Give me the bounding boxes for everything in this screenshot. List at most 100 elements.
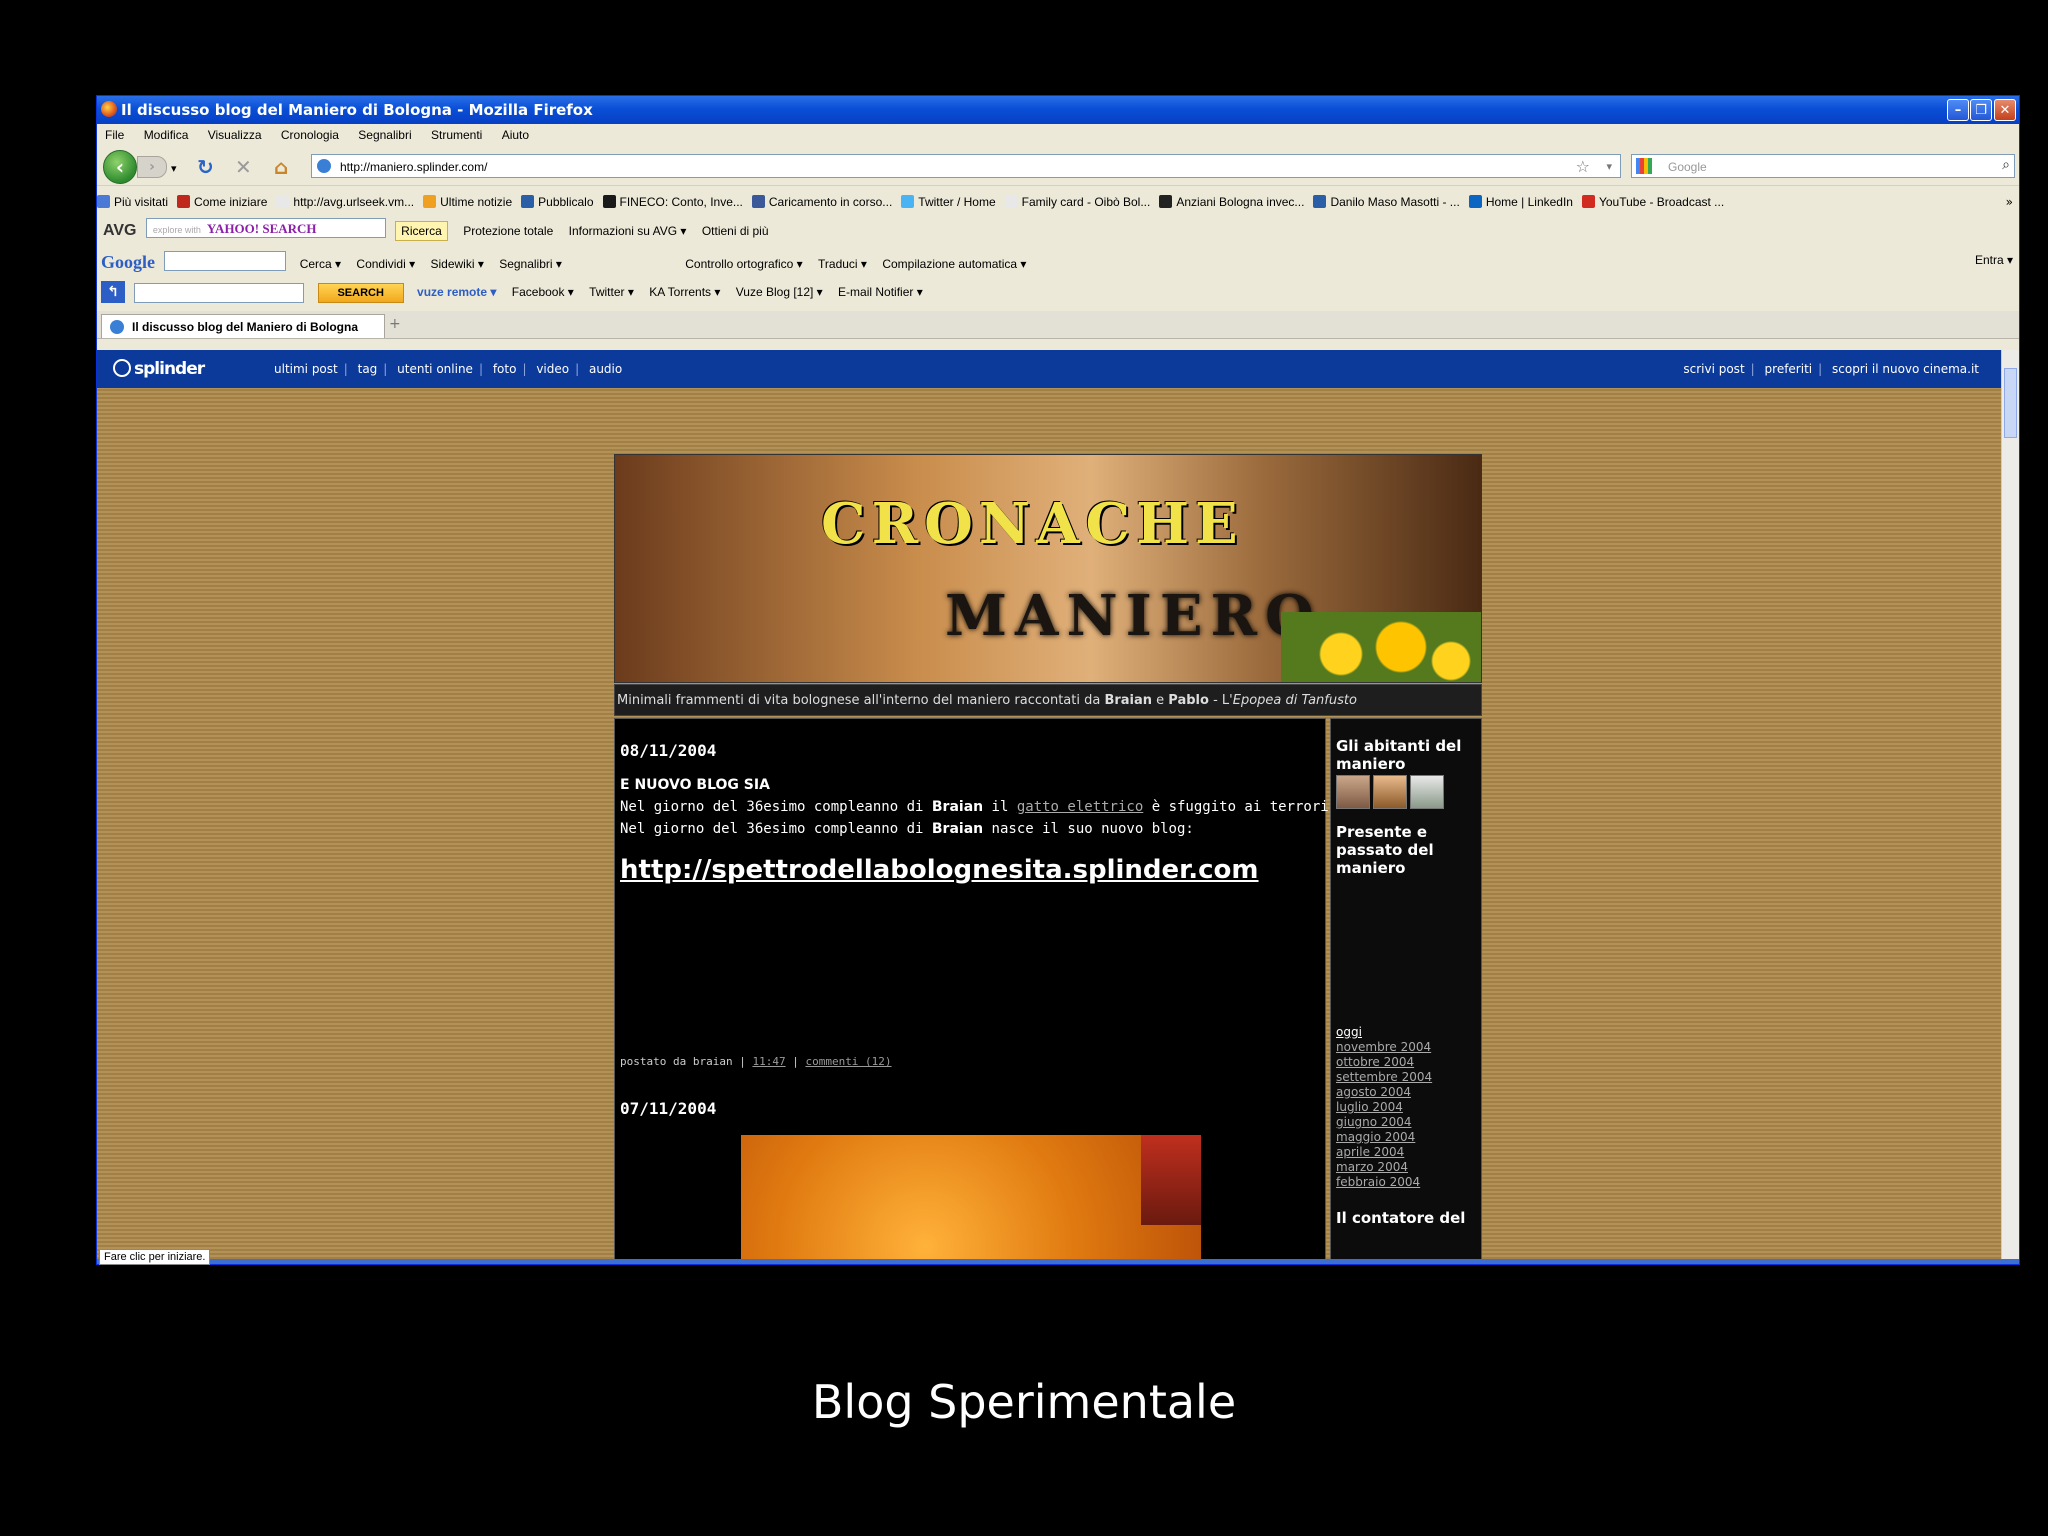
splinder-cinema-link[interactable]: scopri il nuovo cinema.it bbox=[1832, 362, 1979, 376]
splinder-scrivi-post[interactable]: scrivi post bbox=[1683, 362, 1744, 376]
bookmark-item[interactable]: FINECO: Conto, Inve... bbox=[602, 195, 743, 209]
close-button[interactable]: ✕ bbox=[1994, 99, 2016, 121]
avg-toolbar: AVG explore with YAHOO! SEARCH Ricerca Pr… bbox=[97, 215, 2019, 241]
bookmark-item[interactable]: Come iniziare bbox=[177, 195, 267, 209]
avatar[interactable] bbox=[1336, 775, 1370, 809]
vuze-facebook-item[interactable]: Facebook ▾ bbox=[512, 285, 574, 299]
google-translate-item[interactable]: Traduci ▾ bbox=[818, 257, 867, 271]
tagline-name-pablo: Pablo bbox=[1168, 693, 1209, 708]
archive-link[interactable]: agosto 2004 bbox=[1336, 1085, 1432, 1100]
google-signin-item[interactable]: Entra ▾ bbox=[1975, 253, 2013, 267]
google-autofill-item[interactable]: Compilazione automatica ▾ bbox=[882, 257, 1026, 271]
post-photo[interactable] bbox=[741, 1135, 1201, 1259]
google-bookmarks-item[interactable]: Segnalibri ▾ bbox=[499, 257, 562, 271]
google-engine-icon[interactable] bbox=[1636, 158, 1652, 174]
avg-protection-item[interactable]: Protezione totale bbox=[463, 224, 553, 238]
vertical-scrollbar[interactable] bbox=[2001, 350, 2019, 1259]
archive-link[interactable]: novembre 2004 bbox=[1336, 1040, 1432, 1055]
bookmark-item[interactable]: http://avg.urlseek.vm... bbox=[276, 195, 414, 209]
reload-icon[interactable]: ↻ bbox=[197, 155, 214, 179]
bookmark-item[interactable]: YouTube - Broadcast ... bbox=[1581, 195, 1724, 209]
post-time-link[interactable]: 11:47 bbox=[752, 1055, 785, 1068]
splinder-nav-tag[interactable]: tag bbox=[358, 362, 378, 376]
avg-search-button[interactable]: Ricerca bbox=[395, 221, 448, 241]
history-dropdown-icon[interactable]: ▾ bbox=[171, 162, 177, 175]
avatar[interactable] bbox=[1410, 775, 1444, 809]
vuze-email-notifier-item[interactable]: E-mail Notifier ▾ bbox=[838, 285, 923, 299]
splinder-nav-video[interactable]: video bbox=[536, 362, 569, 376]
post-footer: postato da braian | 11:47 | commenti (12… bbox=[620, 1055, 892, 1068]
google-search-item[interactable]: Cerca ▾ bbox=[300, 257, 341, 271]
vuze-search-input[interactable] bbox=[134, 283, 305, 303]
archive-link[interactable]: ottobre 2004 bbox=[1336, 1055, 1432, 1070]
archive-link[interactable]: marzo 2004 bbox=[1336, 1160, 1432, 1175]
bookmark-item[interactable]: Home | LinkedIn bbox=[1468, 195, 1573, 209]
chevron-more-icon[interactable]: » bbox=[2006, 195, 2013, 209]
blog-banner: CRONACHE MANIERO bbox=[614, 454, 1482, 683]
new-blog-link[interactable]: http://spettrodellabolognesita.splinder.… bbox=[620, 855, 1259, 885]
menu-modifica[interactable]: Modifica bbox=[144, 128, 197, 142]
forward-button[interactable]: › bbox=[137, 156, 167, 178]
tab-maniero[interactable]: Il discusso blog del Maniero di Bologna bbox=[101, 314, 385, 338]
menu-cronologia[interactable]: Cronologia bbox=[281, 128, 347, 142]
archive-link[interactable]: maggio 2004 bbox=[1336, 1130, 1432, 1145]
vuze-remote-item[interactable]: vuze remote ▾ bbox=[417, 285, 496, 299]
splinder-nav-utenti-online[interactable]: utenti online bbox=[397, 362, 473, 376]
google-share-item[interactable]: Condividi ▾ bbox=[356, 257, 415, 271]
google-toolbar-search-input[interactable] bbox=[164, 251, 287, 271]
bookmark-label: Ultime notizie bbox=[440, 195, 513, 209]
vuze-ka-torrents-item[interactable]: KA Torrents ▾ bbox=[649, 285, 720, 299]
splinder-logo[interactable]: splinder bbox=[113, 359, 205, 379]
url-dropdown-icon[interactable]: ▾ bbox=[1606, 160, 1612, 173]
bookmark-item[interactable]: Pubblicalo bbox=[521, 195, 594, 209]
bookmark-item[interactable]: Ultime notizie bbox=[423, 195, 512, 209]
bookmark-item[interactable]: Più visitati bbox=[97, 195, 168, 209]
yahoo-search-input[interactable]: explore with YAHOO! SEARCH bbox=[145, 218, 386, 238]
url-bar[interactable]: http://maniero.splinder.com/ ☆ ▾ bbox=[311, 154, 1621, 178]
bookmark-star-icon[interactable]: ☆ bbox=[1576, 157, 1590, 176]
stop-icon[interactable]: ✕ bbox=[235, 155, 252, 179]
search-icon[interactable]: ⌕ bbox=[2002, 157, 2010, 173]
archive-link[interactable]: febbraio 2004 bbox=[1336, 1175, 1432, 1190]
vuze-back-icon[interactable]: ↰ bbox=[101, 281, 125, 303]
vuze-blog-item[interactable]: Vuze Blog [12] ▾ bbox=[736, 285, 823, 299]
splinder-preferiti[interactable]: preferiti bbox=[1765, 362, 1813, 376]
site-identity-icon[interactable] bbox=[317, 159, 331, 173]
comments-link[interactable]: commenti (12) bbox=[805, 1055, 891, 1068]
archive-link[interactable]: aprile 2004 bbox=[1336, 1145, 1432, 1160]
vuze-twitter-item[interactable]: Twitter ▾ bbox=[589, 285, 634, 299]
new-tab-icon[interactable]: + bbox=[389, 316, 401, 332]
avatar[interactable] bbox=[1373, 775, 1407, 809]
status-tooltip: Fare clic per iniziare. bbox=[99, 1249, 211, 1265]
menu-strumenti[interactable]: Strumenti bbox=[431, 128, 490, 142]
bookmark-item[interactable]: Caricamento in corso... bbox=[751, 195, 893, 209]
home-icon[interactable]: ⌂ bbox=[274, 155, 288, 179]
search-bar[interactable]: Google ⌕ bbox=[1631, 154, 2015, 178]
scrollbar-thumb[interactable] bbox=[2004, 368, 2017, 438]
archive-link[interactable]: oggi bbox=[1336, 1025, 1432, 1040]
avg-info-item[interactable]: Informazioni su AVG ▾ bbox=[569, 224, 687, 238]
archive-link[interactable]: settembre 2004 bbox=[1336, 1070, 1432, 1085]
minimize-button[interactable]: – bbox=[1947, 99, 1969, 121]
bookmark-item[interactable]: Twitter / Home bbox=[901, 195, 996, 209]
menu-segnalibri[interactable]: Segnalibri bbox=[358, 128, 419, 142]
bookmark-label: Caricamento in corso... bbox=[768, 195, 893, 209]
menu-visualizza[interactable]: Visualizza bbox=[208, 128, 270, 142]
bookmark-item[interactable]: Anziani Bologna invec... bbox=[1159, 195, 1304, 209]
avg-more-item[interactable]: Ottieni di più bbox=[702, 224, 769, 238]
splinder-nav-ultimi-post[interactable]: ultimi post bbox=[274, 362, 338, 376]
google-spellcheck-item[interactable]: Controllo ortografico ▾ bbox=[685, 257, 802, 271]
bookmark-item[interactable]: Family card - Oibò Bol... bbox=[1004, 195, 1150, 209]
gatto-elettrico-link[interactable]: gatto elettrico bbox=[1017, 799, 1143, 815]
splinder-nav-audio[interactable]: audio bbox=[589, 362, 622, 376]
menu-file[interactable]: File bbox=[105, 128, 132, 142]
vuze-search-button[interactable]: SEARCH bbox=[317, 283, 404, 303]
back-button[interactable]: ‹ bbox=[103, 150, 137, 184]
archive-link[interactable]: luglio 2004 bbox=[1336, 1100, 1432, 1115]
bookmark-item[interactable]: Danilo Maso Masotti - ... bbox=[1313, 195, 1460, 209]
menu-aiuto[interactable]: Aiuto bbox=[502, 128, 537, 142]
splinder-nav-foto[interactable]: foto bbox=[493, 362, 517, 376]
archive-link[interactable]: giugno 2004 bbox=[1336, 1115, 1432, 1130]
maximize-button[interactable]: ❐ bbox=[1970, 99, 1992, 121]
google-sidewiki-item[interactable]: Sidewiki ▾ bbox=[430, 257, 483, 271]
